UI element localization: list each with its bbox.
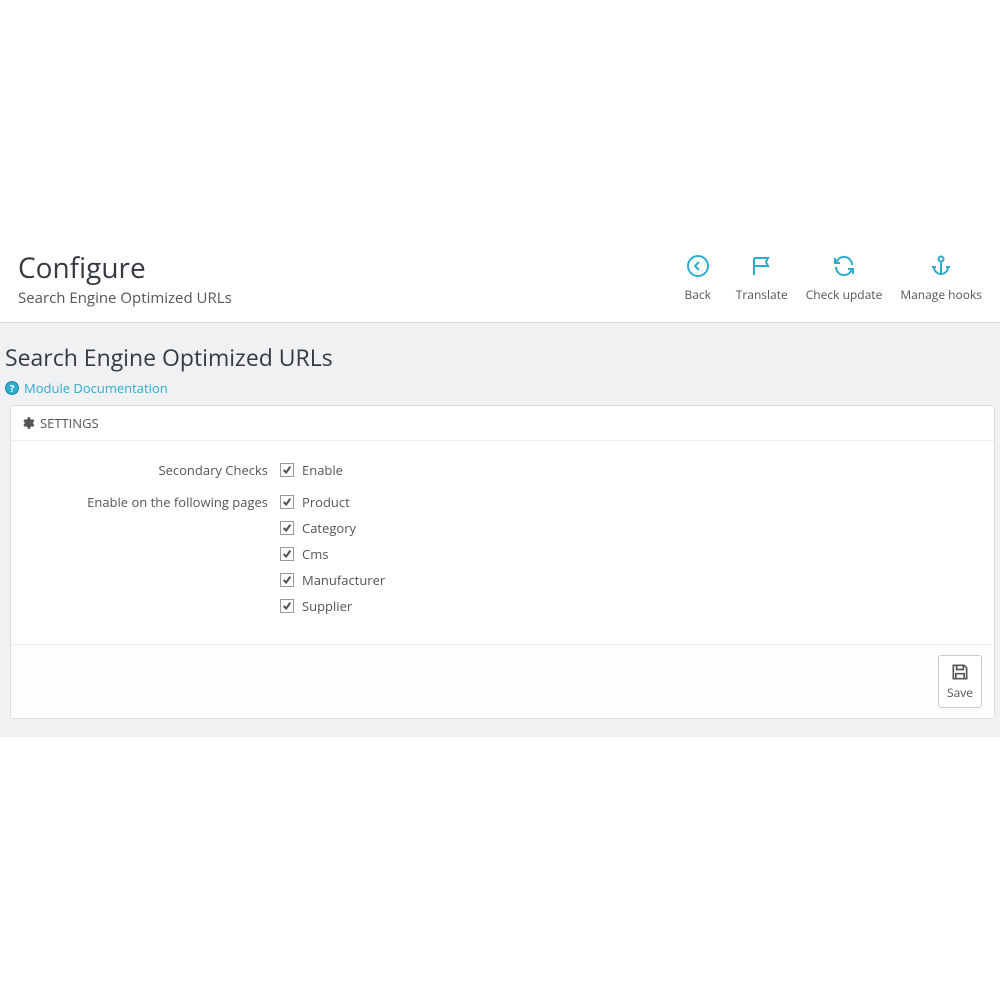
anchor-icon — [927, 252, 955, 280]
check-update-label: Check update — [806, 286, 883, 303]
gear-icon — [21, 416, 35, 430]
translate-label: Translate — [736, 286, 788, 303]
translate-button[interactable]: Translate — [736, 252, 788, 303]
back-button[interactable]: Back — [678, 252, 718, 303]
product-checkbox[interactable] — [280, 495, 294, 509]
product-label: Product — [302, 493, 350, 511]
page-subtitle: Search Engine Optimized URLs — [18, 288, 232, 308]
cms-checkbox[interactable] — [280, 547, 294, 561]
category-checkbox[interactable] — [280, 521, 294, 535]
pages-label: Enable on the following pages — [26, 493, 280, 615]
settings-panel: SETTINGS Secondary Checks Enable — [10, 405, 995, 719]
help-icon: ? — [5, 381, 19, 395]
supplier-label: Supplier — [302, 597, 352, 615]
check-update-button[interactable]: Check update — [806, 252, 883, 303]
save-icon — [950, 662, 970, 682]
save-label: Save — [947, 684, 973, 701]
manufacturer-label: Manufacturer — [302, 571, 385, 589]
save-button[interactable]: Save — [938, 655, 982, 708]
enable-checkbox-label: Enable — [302, 461, 343, 479]
manufacturer-checkbox[interactable] — [280, 573, 294, 587]
panel-heading: SETTINGS — [11, 406, 994, 441]
manage-hooks-label: Manage hooks — [900, 286, 982, 303]
refresh-icon — [830, 252, 858, 280]
back-icon — [684, 252, 712, 280]
enable-checkbox[interactable] — [280, 463, 294, 477]
panel-heading-text: SETTINGS — [40, 414, 99, 432]
module-title: Search Engine Optimized URLs — [5, 341, 995, 379]
back-label: Back — [685, 286, 711, 303]
page-title: Configure — [18, 252, 232, 286]
module-documentation-link[interactable]: Module Documentation — [24, 379, 168, 397]
secondary-checks-label: Secondary Checks — [26, 461, 280, 479]
manage-hooks-button[interactable]: Manage hooks — [900, 252, 982, 303]
flag-icon — [748, 252, 776, 280]
doc-link-row: ? Module Documentation — [5, 379, 995, 397]
cms-label: Cms — [302, 545, 328, 563]
supplier-checkbox[interactable] — [280, 599, 294, 613]
category-label: Category — [302, 519, 356, 537]
toolbar: Back Translate Check update Manage hooks — [678, 252, 982, 303]
